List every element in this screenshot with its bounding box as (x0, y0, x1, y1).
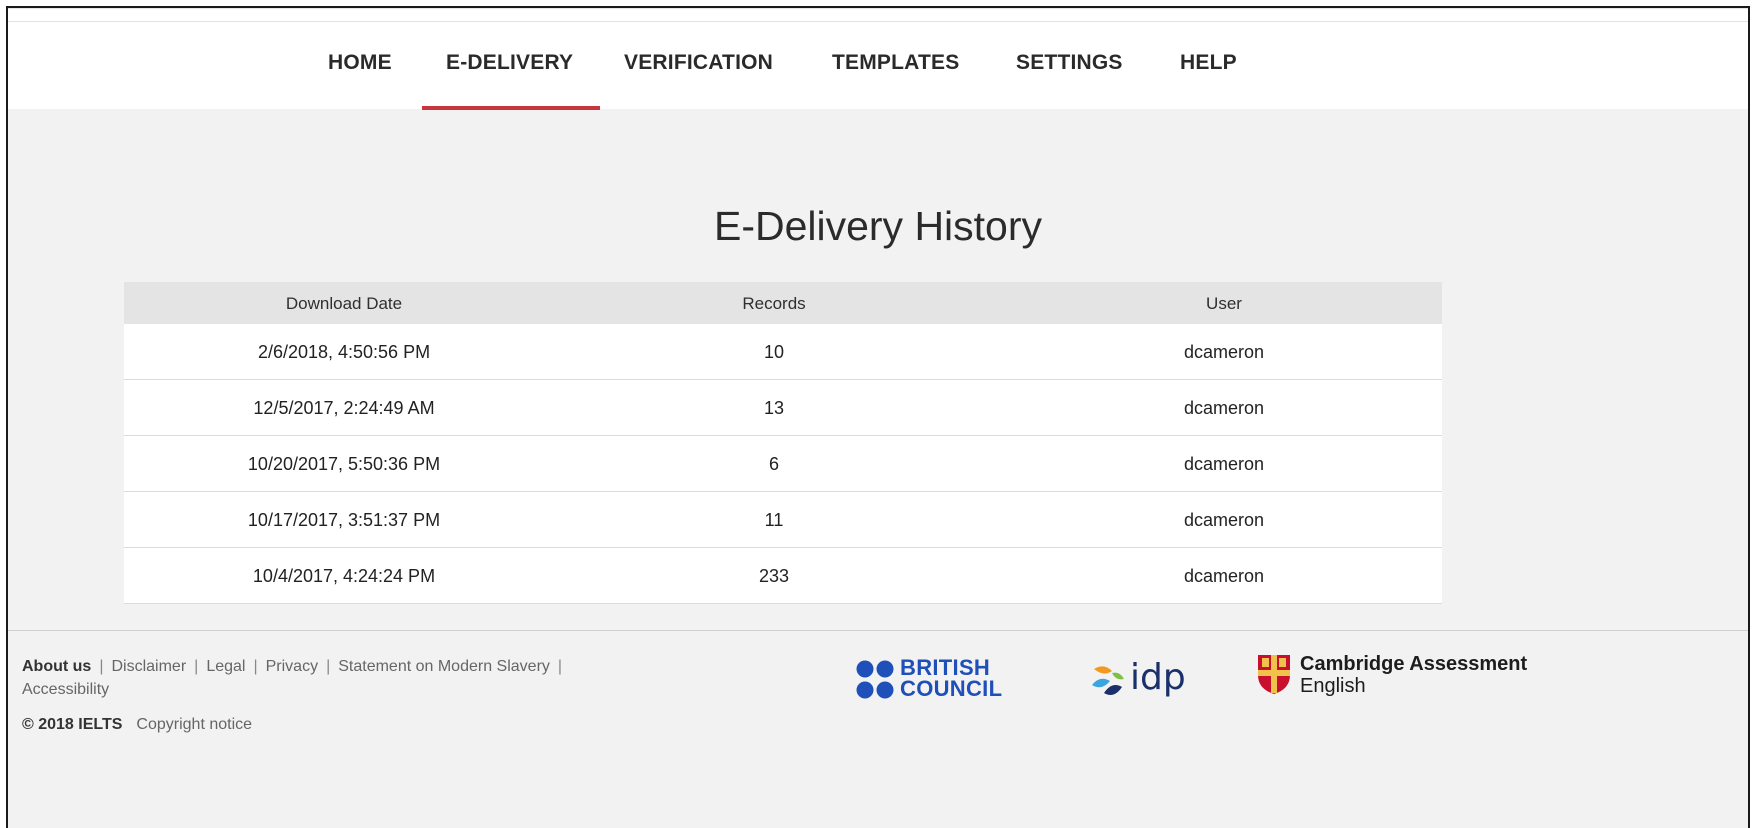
table-row[interactable]: 12/5/2017, 2:24:49 AM 13 dcameron (124, 380, 1442, 436)
cell-records: 13 (763, 398, 785, 418)
cambridge-shield-icon (1258, 655, 1290, 694)
nav-templates[interactable]: TEMPLATES (832, 51, 959, 75)
british-council-wordmark: BRITISH COUNCIL (900, 655, 1003, 701)
cell-download-date: 10/20/2017, 5:50:36 PM (247, 454, 441, 474)
table-header: Download Date Records User (124, 282, 1442, 324)
e-delivery-history-table: Download Date Records User 2/6/2018, 4:5… (124, 282, 1442, 604)
footer-link-about-us[interactable]: About us (22, 658, 91, 675)
column-header-user[interactable]: User (1084, 294, 1364, 314)
cell-download-date: 10/4/2017, 4:24:24 PM (252, 566, 436, 586)
cell-download-date: 2/6/2018, 4:50:56 PM (257, 342, 431, 362)
footer-link-disclaimer[interactable]: Disclaimer (111, 658, 186, 675)
nav-help[interactable]: HELP (1180, 51, 1237, 75)
nav-home[interactable]: HOME (328, 51, 392, 75)
copyright-brand: © 2018 IELTS (22, 716, 123, 733)
footer-link-legal[interactable]: Legal (206, 658, 245, 675)
link-separator: | (253, 658, 258, 675)
cell-download-date: 10/17/2017, 3:51:37 PM (247, 510, 441, 530)
link-separator: | (557, 658, 563, 675)
copyright: © 2018 IELTS Copyright notice (22, 716, 252, 734)
idp-logo[interactable]: idp (1090, 657, 1210, 701)
active-tab-indicator (422, 106, 600, 110)
browser-frame: HOME E-DELIVERY VERIFICATION TEMPLATES S… (6, 6, 1750, 828)
table-row[interactable]: 2/6/2018, 4:50:56 PM 10 dcameron (124, 324, 1442, 380)
link-separator: | (326, 658, 331, 675)
idp-wordmark: idp (1130, 657, 1186, 698)
page-title: E-Delivery History (713, 203, 1043, 249)
footer: About us | Disclaimer | Legal | Privacy | Statem… (8, 630, 1748, 828)
cell-records: 6 (768, 454, 779, 474)
british-council-dots-icon (856, 660, 894, 699)
column-header-records[interactable]: Records (654, 294, 894, 314)
cell-records: 233 (758, 566, 790, 586)
footer-links: About us | Disclaimer | Legal | Privacy | Statem… (22, 655, 762, 701)
cell-records: 10 (763, 342, 785, 362)
nav-settings[interactable]: SETTINGS (1016, 51, 1123, 75)
footer-link-modern-slavery[interactable]: Statement on Modern Slavery (338, 658, 550, 675)
cell-user: dcameron (1183, 398, 1265, 418)
link-separator: | (194, 658, 199, 675)
cell-user: dcameron (1183, 454, 1265, 474)
footer-link-privacy[interactable]: Privacy (266, 658, 318, 675)
column-header-download-date[interactable]: Download Date (124, 294, 564, 314)
cell-download-date: 12/5/2017, 2:24:49 AM (253, 398, 435, 418)
table-row[interactable]: 10/20/2017, 5:50:36 PM 6 dcameron (124, 436, 1442, 492)
nav-e-delivery[interactable]: E-DELIVERY (446, 51, 573, 75)
idp-leaf-icon (1092, 666, 1124, 695)
footer-link-accessibility[interactable]: Accessibility (22, 681, 109, 698)
cell-records: 11 (764, 510, 784, 530)
nav-verification[interactable]: VERIFICATION (624, 51, 773, 75)
table-row[interactable]: 10/4/2017, 4:24:24 PM 233 dcameron (124, 548, 1442, 604)
cambridge-wordmark: Cambridge Assessment English (1300, 653, 1528, 697)
cell-user: dcameron (1183, 510, 1265, 530)
cell-user: dcameron (1183, 342, 1265, 362)
british-council-logo[interactable]: BRITISH COUNCIL (856, 657, 1026, 707)
table-row[interactable]: 10/17/2017, 3:51:37 PM 11 dcameron (124, 492, 1442, 548)
cambridge-assessment-logo[interactable]: Cambridge Assessment English (1256, 653, 1556, 703)
link-separator: | (99, 658, 104, 675)
cell-user: dcameron (1183, 566, 1265, 586)
nav-top-divider (8, 21, 1748, 22)
top-navigation: HOME E-DELIVERY VERIFICATION TEMPLATES S… (8, 8, 1748, 110)
copyright-notice-link[interactable]: Copyright notice (136, 716, 252, 733)
